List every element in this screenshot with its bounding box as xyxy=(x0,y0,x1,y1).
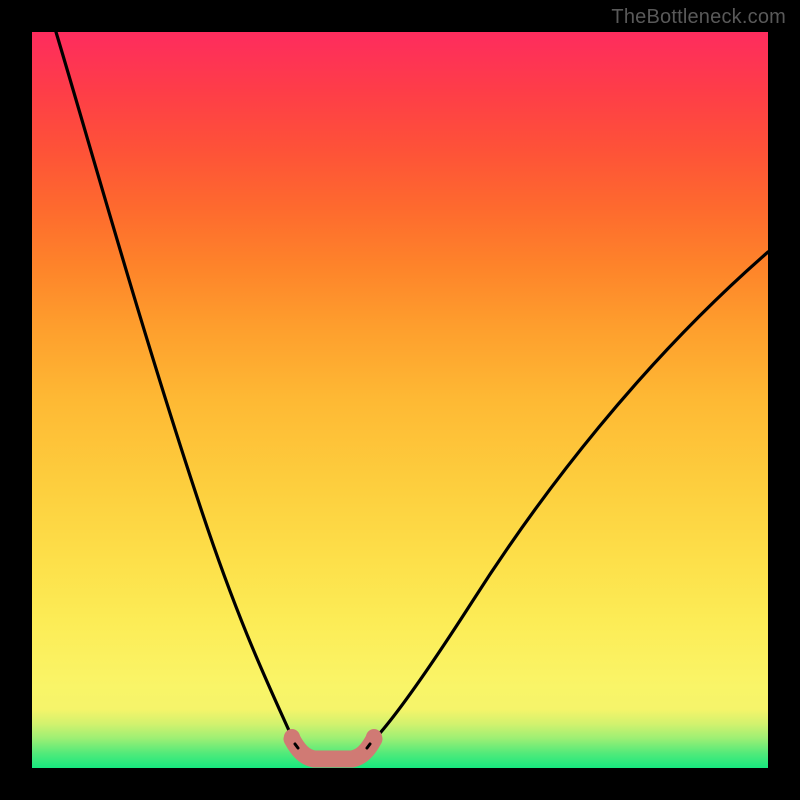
right-curve xyxy=(370,252,768,744)
plot-area xyxy=(32,32,768,768)
valley-highlight xyxy=(292,739,374,759)
left-curve xyxy=(56,32,295,744)
chart-svg xyxy=(32,32,768,768)
valley-left-dot xyxy=(284,729,300,745)
outer-frame: TheBottleneck.com xyxy=(0,0,800,800)
watermark-text: TheBottleneck.com xyxy=(611,6,786,29)
valley-right-dot xyxy=(366,729,382,745)
